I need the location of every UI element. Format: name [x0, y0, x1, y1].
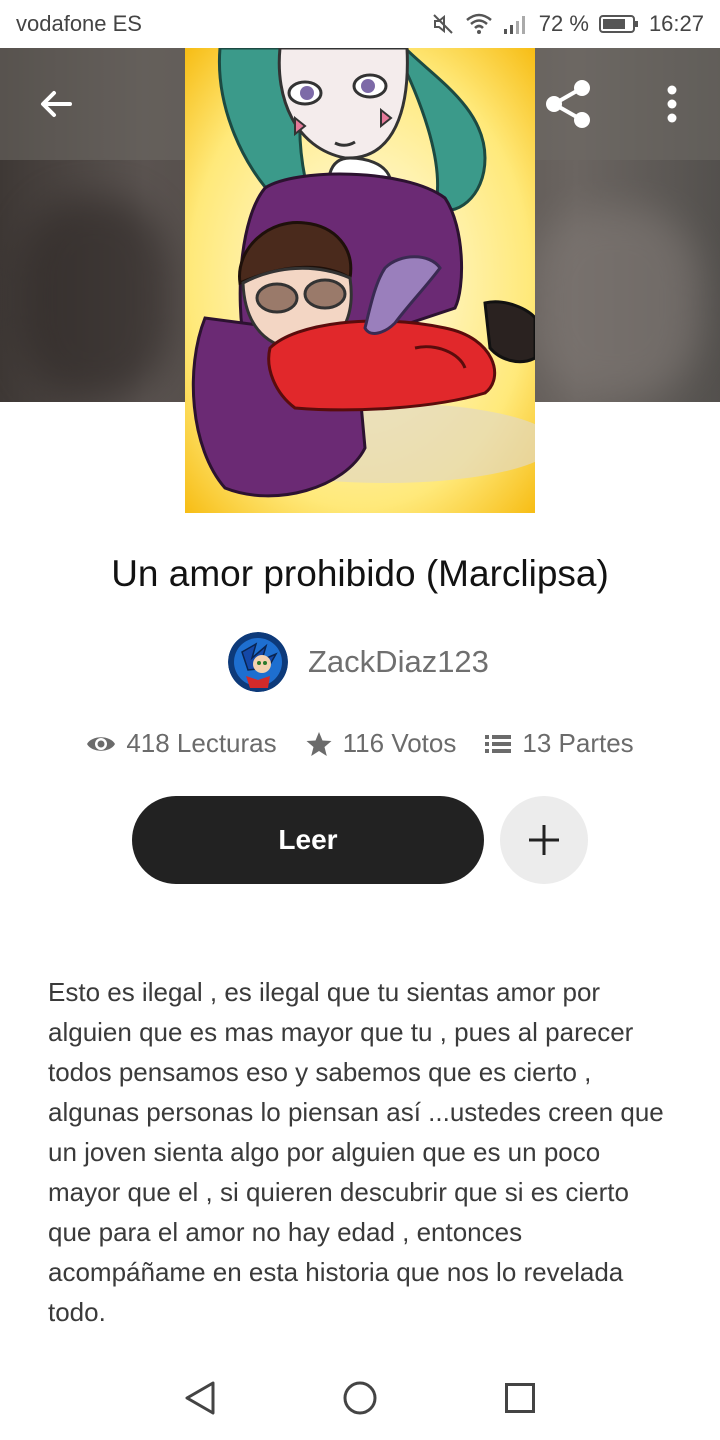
add-to-library-button[interactable] — [500, 796, 588, 884]
story-stats: 418 Lecturas 116 Votos 13 Partes — [0, 728, 720, 759]
story-description: Esto es ilegal , es ilegal que tu sienta… — [48, 977, 664, 1327]
plus-icon — [529, 825, 559, 855]
votes-stat: 116 Votos — [305, 728, 457, 759]
signal-icon — [503, 16, 525, 34]
reads-stat: 418 Lecturas — [86, 728, 277, 759]
star-icon — [306, 731, 332, 756]
list-icon — [485, 734, 512, 753]
back-triangle-icon — [185, 1381, 215, 1415]
battery-icon — [598, 15, 638, 33]
share-button[interactable] — [538, 74, 598, 134]
home-circle-icon — [343, 1381, 377, 1415]
carrier-label: vodafone ES — [16, 11, 142, 36]
parts-stat: 13 Partes — [484, 728, 634, 759]
mute-icon — [433, 14, 453, 34]
recents-square-icon — [505, 1383, 535, 1413]
parts-count: 13 Partes — [522, 728, 634, 758]
status-bar: vodafone ES 72 % 16:27 — [0, 0, 720, 48]
hero-blur-right — [530, 208, 700, 398]
author-link[interactable]: ZackDiaz123 — [228, 632, 489, 692]
reads-count: 418 Lecturas — [126, 728, 277, 758]
story-title: Un amor prohibido (Marclipsa) — [111, 553, 609, 594]
wifi-icon — [465, 13, 492, 34]
back-button[interactable] — [28, 76, 84, 132]
hero-blur-left — [20, 198, 170, 398]
battery-percent: 72 % — [538, 11, 589, 36]
author-avatar — [228, 632, 288, 692]
story-cover[interactable] — [185, 48, 535, 513]
status-icons: 72 % 16:27 — [431, 11, 704, 37]
arrow-left-icon — [41, 91, 72, 117]
system-nav-bar — [0, 1356, 720, 1440]
share-icon — [546, 80, 590, 128]
read-button[interactable]: Leer — [132, 796, 484, 884]
clock: 16:27 — [648, 11, 704, 36]
votes-count: 116 Votos — [342, 728, 457, 758]
author-name: ZackDiaz123 — [308, 644, 489, 679]
nav-home-button[interactable] — [338, 1376, 382, 1420]
cover-illustration — [185, 48, 535, 513]
nav-recents-button[interactable] — [498, 1376, 542, 1420]
eye-icon — [87, 736, 116, 751]
more-vertical-icon — [667, 85, 677, 123]
nav-back-button[interactable] — [178, 1376, 222, 1420]
more-options-button[interactable] — [648, 74, 696, 134]
